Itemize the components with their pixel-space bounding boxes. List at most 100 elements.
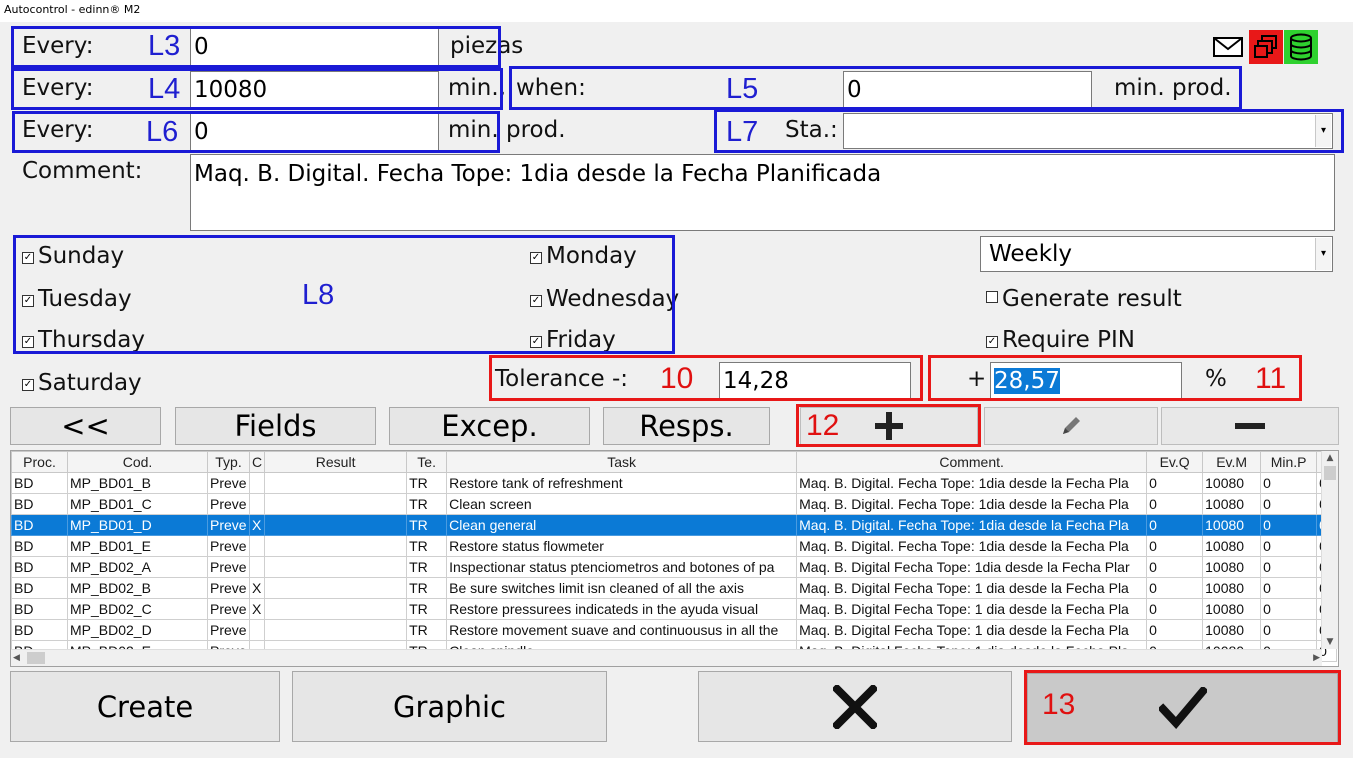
column-header[interactable]: Ev.M [1202, 451, 1262, 473]
table-cell: MP_BD01_E [67, 535, 208, 557]
scroll-right-icon[interactable]: ▶ [1313, 650, 1320, 666]
table-cell: TR [406, 535, 448, 557]
table-cell [264, 556, 408, 578]
table-cell: TR [406, 514, 448, 536]
table-cell: X [248, 514, 266, 536]
table-cell: TR [406, 472, 448, 494]
back-button[interactable]: << [10, 407, 161, 445]
tasks-table-body: Proc. Cod. Typ. C Result Te. Task Comment. Ev.Q E… [11, 451, 1338, 662]
generate-result-checkbox[interactable]: Generate result [986, 285, 1182, 313]
table-cell [264, 577, 408, 599]
table-cell: X [248, 598, 266, 620]
table-cell [264, 619, 408, 641]
table-cell: Restore pressurees indicateds in the ayu… [446, 598, 798, 620]
table-row[interactable]: BD MP_BD02_B Preve X TR Be sure switches limi… [11, 577, 1338, 599]
table-cell: Restore tank of refreshment [446, 472, 798, 494]
checkbox-unchecked-icon [986, 291, 998, 303]
table-row[interactable]: BD MP_BD01_D Preve X TR Clean general Maq. B. … [11, 514, 1338, 536]
annotation-box-l4 [11, 68, 503, 110]
database-icon[interactable] [1284, 30, 1318, 64]
table-cell: Maq. B. Digital Fecha Tope: 1 dia desde … [796, 598, 1148, 620]
table-header-row: Proc. Cod. Typ. C Result Te. Task Comment. Ev.Q E… [11, 451, 1338, 473]
table-cell: 0 [1260, 556, 1318, 578]
table-cell [264, 535, 408, 557]
column-header[interactable]: Te. [406, 451, 448, 473]
saturday-checkbox[interactable]: ✓ Saturday [22, 369, 142, 397]
column-header[interactable]: Comment. [796, 451, 1148, 473]
responsibles-button[interactable]: Resps. [603, 407, 770, 445]
table-cell: Preve [207, 556, 250, 578]
table-cell [248, 556, 266, 578]
table-cell: TR [406, 619, 448, 641]
scroll-down-icon[interactable]: ▼ [1322, 635, 1338, 649]
table-row[interactable]: BD MP_BD02_C Preve X TR Restore pressurees in… [11, 598, 1338, 620]
vertical-scroll-thumb[interactable] [1324, 466, 1336, 480]
scroll-left-icon[interactable]: ◀ [13, 650, 20, 666]
table-cell [248, 472, 266, 494]
column-header[interactable]: Result [264, 451, 408, 473]
frequency-select[interactable]: Weekly ▾ [980, 236, 1333, 272]
table-cell: 0 [1260, 598, 1318, 620]
table-cell: BD [11, 493, 68, 515]
table-cell [248, 493, 266, 515]
horizontal-scrollbar[interactable]: ◀ ▶ [11, 649, 1322, 666]
table-row[interactable]: BD MP_BD02_D Preve TR Restore movement suave… [11, 619, 1338, 641]
annotation-box-l6 [12, 111, 500, 153]
horizontal-scroll-thumb[interactable] [27, 652, 45, 664]
column-header[interactable]: Task [446, 451, 798, 473]
annotation-box-l5 [509, 66, 1242, 110]
vertical-scrollbar[interactable]: ▲ ▼ [1321, 451, 1338, 649]
pencil-icon [1063, 417, 1080, 434]
fields-button[interactable]: Fields [175, 407, 376, 445]
mail-icon[interactable] [1212, 31, 1244, 63]
tasks-table[interactable]: Proc. Cod. Typ. C Result Te. Task Comment. Ev.Q E… [10, 450, 1339, 667]
create-button[interactable]: Create [10, 671, 280, 742]
table-cell: Clean general [446, 514, 798, 536]
table-cell: BD [11, 514, 68, 536]
cancel-button[interactable] [698, 671, 1012, 742]
delete-button[interactable] [1161, 407, 1339, 445]
table-cell: Preve [207, 619, 250, 641]
scroll-up-icon[interactable]: ▲ [1322, 451, 1338, 465]
require-pin-checkbox[interactable]: ✓ Require PIN [986, 326, 1135, 354]
column-header[interactable]: Ev.Q [1146, 451, 1204, 473]
table-cell [248, 535, 266, 557]
table-cell: Preve [207, 577, 250, 599]
table-cell: Preve [207, 493, 250, 515]
table-row[interactable]: BD MP_BD01_B Preve TR Restore tank of refres… [11, 472, 1338, 494]
table-cell: Preve [207, 598, 250, 620]
table-cell: Maq. B. Digital Fecha Tope: 1 dia desde … [796, 619, 1148, 641]
table-cell: TR [406, 577, 448, 599]
table-row[interactable]: BD MP_BD01_E Preve TR Restore status flowmet… [11, 535, 1338, 557]
table-row[interactable]: BD MP_BD01_C Preve TR Clean screen Maq. B. Di… [11, 493, 1338, 515]
windows-icon[interactable] [1249, 30, 1283, 64]
exceptions-button[interactable]: Excep. [389, 407, 590, 445]
table-cell: BD [11, 472, 68, 494]
frequency-select-value: Weekly [989, 241, 1073, 267]
table-row[interactable]: BD MP_BD02_A Preve TR Inspectionar status pt… [11, 556, 1338, 578]
table-cell: TR [406, 598, 448, 620]
generate-result-label: Generate result [1002, 286, 1182, 312]
column-header[interactable]: Proc. [11, 451, 68, 473]
annotation-tag-l7: L7 [726, 116, 759, 148]
table-cell: 0 [1260, 619, 1318, 641]
comment-textarea[interactable]: Maq. B. Digital. Fecha Tope: 1dia desde … [190, 154, 1335, 231]
edit-button[interactable] [984, 407, 1158, 445]
column-header[interactable]: Typ. [207, 451, 250, 473]
table-cell: Maq. B. Digital. Fecha Tope: 1dia desde … [796, 472, 1148, 494]
column-header[interactable]: Cod. [67, 451, 208, 473]
table-cell: Maq. B. Digital Fecha Tope: 1 dia desde … [796, 577, 1148, 599]
close-icon [833, 684, 877, 729]
table-cell: 0 [1260, 535, 1318, 557]
autocontrol-window: Autocontrol - edinn® M2 Every: 0 piezas … [0, 0, 1353, 758]
column-header[interactable]: C [248, 451, 266, 473]
column-header[interactable]: Min.P [1260, 451, 1318, 473]
table-cell: Clean screen [446, 493, 798, 515]
table-cell: 0 [1146, 556, 1204, 578]
graphic-button[interactable]: Graphic [292, 671, 607, 742]
table-cell: 0 [1260, 514, 1318, 536]
comment-label: Comment: [22, 158, 143, 184]
table-cell: Maq. B. Digital. Fecha Tope: 1dia desde … [796, 514, 1148, 536]
table-cell: MP_BD02_C [67, 598, 208, 620]
table-cell: 0 [1260, 472, 1318, 494]
